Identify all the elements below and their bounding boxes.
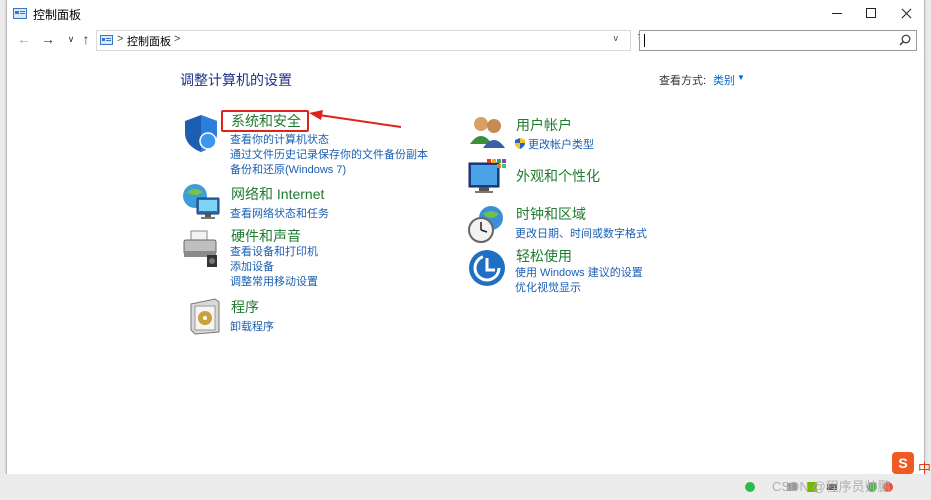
link-view-computer-status[interactable]: 查看你的计算机状态 xyxy=(230,131,329,147)
breadcrumb-separator[interactable]: > xyxy=(174,33,180,45)
navigation-bar: ← → ∨ ↑ > 控制面板 > v ↻ xyxy=(7,27,924,53)
view-by-chevron-icon[interactable]: ▼ xyxy=(737,73,745,82)
minimize-button[interactable] xyxy=(819,0,855,27)
forward-arrow-icon[interactable]: → xyxy=(39,30,57,48)
appearance-monitor-icon[interactable] xyxy=(467,157,507,197)
close-button[interactable] xyxy=(889,0,925,27)
title-bar: 控制面板 xyxy=(7,0,924,27)
printer-icon[interactable] xyxy=(181,229,221,269)
back-arrow-icon[interactable]: ← xyxy=(15,30,33,48)
category-user-accounts[interactable]: 用户帐户 xyxy=(516,115,572,135)
scrollbar[interactable] xyxy=(924,53,930,473)
category-appearance-personalization[interactable]: 外观和个性化 xyxy=(516,166,600,186)
link-change-account-type-label[interactable]: 更改帐户类型 xyxy=(528,139,594,151)
csdn-watermark: CSDN @程序员帅鹏 xyxy=(772,479,891,494)
page-title: 调整计算机的设置 xyxy=(180,72,292,88)
category-programs[interactable]: 程序 xyxy=(231,297,259,317)
programs-box-icon[interactable] xyxy=(185,296,225,336)
shield-icon[interactable] xyxy=(181,113,221,153)
view-by-dropdown[interactable]: 类别 xyxy=(713,72,735,88)
category-clock-region[interactable]: 时钟和区域 xyxy=(516,204,586,224)
link-change-account-type[interactable]: 更改帐户类型 xyxy=(515,136,594,152)
link-change-date-time-format[interactable]: 更改日期、时间或数字格式 xyxy=(515,225,647,241)
link-recommended-settings[interactable]: 使用 Windows 建议的设置 xyxy=(515,264,643,280)
control-panel-icon xyxy=(100,35,113,45)
window-title: 控制面板 xyxy=(33,8,82,22)
category-system-security[interactable]: 系统和安全 xyxy=(231,111,301,131)
breadcrumb-control-panel[interactable]: 控制面板 xyxy=(127,33,171,49)
text-cursor xyxy=(644,34,645,47)
breadcrumb-separator[interactable]: > xyxy=(117,33,123,45)
search-input[interactable] xyxy=(639,30,917,51)
users-icon[interactable] xyxy=(467,112,507,152)
address-bar[interactable]: > 控制面板 > v ↻ xyxy=(96,30,648,51)
annotation-arrow xyxy=(309,110,402,128)
view-by-label: 查看方式: xyxy=(659,75,707,87)
ime-language-indicator[interactable]: 中 xyxy=(918,458,931,477)
link-uninstall-program[interactable]: 卸载程序 xyxy=(230,318,274,334)
link-devices-printers[interactable]: 查看设备和打印机 xyxy=(230,243,318,259)
clock-globe-icon[interactable] xyxy=(467,204,507,244)
link-file-history-backup[interactable]: 通过文件历史记录保存你的文件备份副本 xyxy=(230,146,428,162)
control-panel-window: 控制面板 ← → ∨ ↑ > 控制面板 > v ↻ xyxy=(6,0,928,475)
control-panel-icon xyxy=(13,8,27,19)
search-icon[interactable] xyxy=(899,34,911,46)
category-ease-of-access[interactable]: 轻松使用 xyxy=(516,246,572,266)
link-network-status[interactable]: 查看网络状态和任务 xyxy=(230,205,329,221)
link-backup-restore[interactable]: 备份和还原(Windows 7) xyxy=(230,161,346,177)
category-network-internet[interactable]: 网络和 Internet xyxy=(231,184,324,204)
globe-network-icon[interactable] xyxy=(181,182,221,222)
address-dropdown-icon[interactable]: v xyxy=(614,33,619,43)
wechat-tray-icon[interactable] xyxy=(744,481,756,493)
uac-shield-icon xyxy=(515,138,525,149)
sogou-ime-icon[interactable]: S xyxy=(892,452,914,474)
link-add-device[interactable]: 添加设备 xyxy=(230,258,274,274)
link-mobility-settings[interactable]: 调整常用移动设置 xyxy=(230,273,318,289)
up-arrow-icon[interactable]: ↑ xyxy=(77,30,95,48)
maximize-button[interactable] xyxy=(853,0,889,27)
link-optimize-visual-display[interactable]: 优化视觉显示 xyxy=(515,279,581,295)
ease-of-access-icon[interactable] xyxy=(467,248,507,288)
